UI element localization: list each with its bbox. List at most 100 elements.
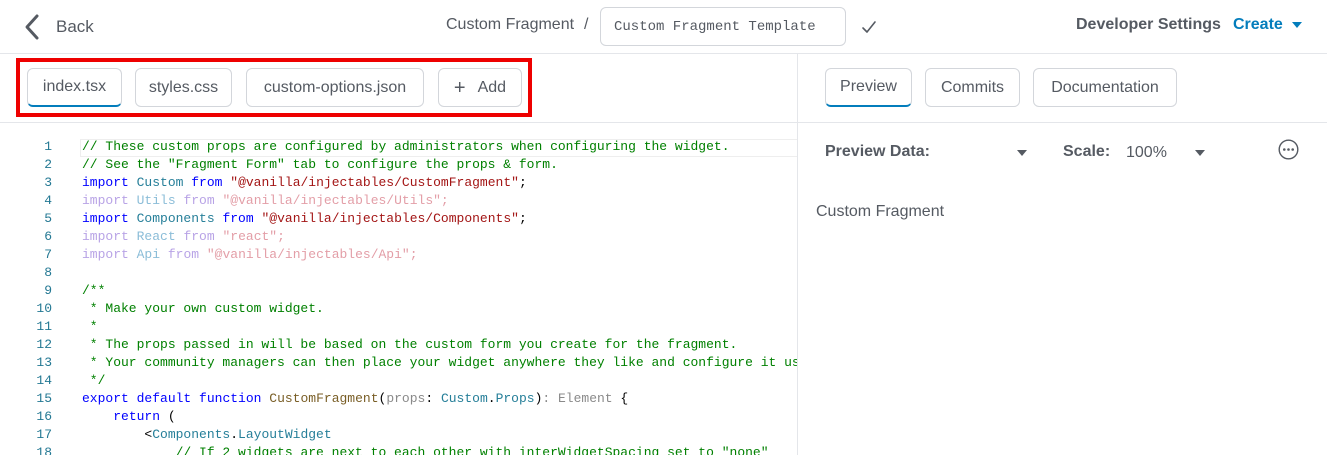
more-options-icon[interactable] [1278,139,1299,160]
tab-preview[interactable]: Preview [825,68,912,107]
code-line[interactable]: 5 import Components from "@vanilla/inject… [0,210,797,228]
line-number: 3 [44,175,52,190]
code-line[interactable]: 13 * Your community managers can then pl… [0,354,797,372]
code-token: */ [82,373,106,388]
code-token: ; [277,229,285,244]
code-text: return ( [82,408,175,426]
code-token: "@vanilla/injectables/Api" [206,247,410,262]
developer-settings-label: Developer Settings [1076,16,1221,33]
code-token: Custom [440,391,488,406]
code-line[interactable]: 16 return ( [0,408,797,426]
code-line[interactable]: 4 import Utils from "@vanilla/injectables… [0,192,797,210]
code-line[interactable]: 1 // These custom props are configured by… [0,138,797,156]
code-token: ; [518,211,527,226]
scale-select[interactable]: 100% [1126,144,1167,162]
code-token: Props [495,391,535,406]
code-token: * Make your own custom widget. [82,301,324,316]
line-number: 11 [36,319,52,334]
highlight-box [16,58,532,117]
code-token: { [612,391,629,406]
code-text: import Custom from "@vanilla/injectables… [82,174,527,192]
code-editor[interactable]: 1 // These custom props are configured by… [0,124,797,455]
code-text: import React from "react"; [82,228,285,246]
caret-down-icon [1291,22,1302,28]
code-line[interactable]: 7 import Api from "@vanilla/injectables/A… [0,246,797,264]
code-token: // If 2 widgets are next to each other w… [175,445,769,455]
code-text: */ [82,372,106,390]
code-token: < [82,427,153,442]
panel-divider[interactable] [797,54,798,455]
back-label: Back [56,17,94,36]
line-number: 1 [44,139,52,154]
code-token: // These custom props are configured by … [82,139,730,154]
line-number: 12 [36,337,52,352]
code-token: from [191,175,223,190]
code-line[interactable]: 6 import React from "react"; [0,228,797,246]
code-line[interactable]: 17 <Components.LayoutWidget [0,426,797,444]
code-line[interactable]: 11 * [0,318,797,336]
code-text: import Components from "@vanilla/injecta… [82,210,527,228]
code-token: import [82,229,129,244]
code-line[interactable]: 15 export default function CustomFragment… [0,390,797,408]
code-line[interactable]: 14 */ [0,372,797,390]
line-number: 7 [44,247,52,262]
scale-dropdown-icon[interactable] [1195,150,1205,156]
code-line[interactable]: 2 // See the "Fragment Form" tab to confi… [0,156,797,174]
line-number: 9 [44,283,52,298]
code-line[interactable]: 18 // If 2 widgets are next to each othe… [0,444,797,455]
line-number: 2 [44,157,52,172]
line-number: 15 [36,391,52,406]
preview-data-dropdown-icon[interactable] [1017,150,1027,156]
create-label: Create [1233,16,1283,33]
tab-documentation[interactable]: Documentation [1033,68,1177,107]
code-token: "@vanilla/injectables/Components" [261,211,519,226]
code-text: * Make your own custom widget. [82,300,324,318]
code-token: * [82,319,98,334]
code-token: props [386,391,426,406]
code-line[interactable]: 3 import Custom from "@vanilla/injectable… [0,174,797,192]
create-dropdown-button[interactable]: Create [1233,16,1302,34]
code-line[interactable]: 10 * Make your own custom widget. [0,300,797,318]
code-token: return [113,409,161,424]
line-number: 17 [36,427,52,442]
code-text: export default function CustomFragment(p… [82,390,628,408]
code-token: * The props passed in will be based on t… [82,337,738,352]
line-number: 13 [36,355,52,370]
tab-commits[interactable]: Commits [925,68,1020,107]
code-token: // See the "Fragment Form" tab to config… [82,157,558,172]
code-text: /** [82,282,105,300]
code-text: import Api from "@vanilla/injectables/Ap… [82,246,418,264]
code-token: . [230,427,239,442]
tab-label: Preview [840,78,897,95]
code-text: * The props passed in will be based on t… [82,336,738,354]
back-button[interactable]: Back [22,13,94,41]
code-token: LayoutWidget [238,427,332,442]
code-text: * Your community managers can then place… [82,354,797,372]
breadcrumb-separator: / [584,16,589,33]
code-line[interactable]: 9 /** [0,282,797,300]
code-token: from [167,247,200,262]
code-token: function [199,391,262,406]
code-text: // If 2 widgets are next to each other w… [82,444,769,455]
top-bar: Back Custom Fragment / Developer Setting… [0,0,1327,54]
preview-content: Custom Fragment [816,203,945,220]
code-token: Utils [136,193,176,208]
code-token: export [82,391,129,406]
preview-data-label: Preview Data: [825,143,930,160]
code-text: import Utils from "@vanilla/injectables/… [82,192,449,210]
code-token: default [136,391,192,406]
code-line[interactable]: 12 * The props passed in will be based o… [0,336,797,354]
template-name-input[interactable] [600,7,846,46]
code-token: . [487,391,496,406]
code-token: Custom [136,175,184,190]
check-icon[interactable] [858,16,880,38]
code-line[interactable]: 8 [0,264,797,282]
code-token: "@vanilla/injectables/CustomFragment" [230,175,519,190]
breadcrumb[interactable]: Custom Fragment [446,16,574,34]
